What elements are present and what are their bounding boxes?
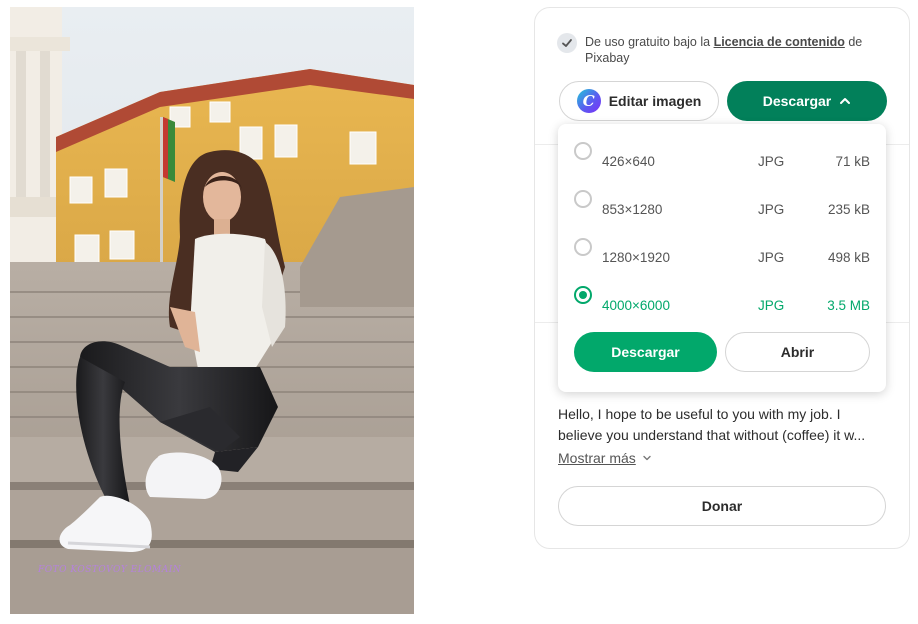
size-option-selected[interactable]: 4000×6000 JPG 3.5 MB [558,276,886,316]
option-resolution: 426×640 [602,154,655,169]
license-prefix: De uso gratuito bajo la [585,35,714,49]
download-size-menu: 426×640 JPG 71 kB 853×1280 JPG 235 kB 12… [558,124,886,392]
option-filesize: 71 kB [835,154,870,169]
donate-label: Donar [701,498,743,514]
show-more-link[interactable]: Mostrar más [558,450,652,466]
radio-button[interactable] [574,238,592,256]
size-option[interactable]: 1280×1920 JPG 498 kB [558,228,886,268]
description-line: Hello, I hope to be useful to you with m… [558,406,841,422]
option-filesize: 498 kB [827,250,870,265]
chevron-up-icon [840,98,851,104]
download-toggle-button[interactable]: Descargar [727,81,887,121]
radio-button[interactable] [574,142,592,160]
edit-image-label: Editar imagen [608,93,702,109]
chevron-down-icon [643,455,651,461]
description-line: believe you understand that without (cof… [558,427,866,443]
option-resolution: 853×1280 [602,202,663,217]
check-icon [557,33,577,53]
photo-watermark: FOTO KOSTOVOY ELOMAIN [38,565,182,575]
photo-preview[interactable]: FOTO KOSTOVOY ELOMAIN [10,7,414,614]
option-format: JPG [758,202,785,217]
description-text: Hello, I hope to be useful to you with m… [558,404,888,446]
download-label: Descargar [611,344,680,360]
radio-button[interactable] [574,190,592,208]
option-resolution: 1280×1920 [602,250,670,265]
option-filesize: 3.5 MB [827,298,870,313]
download-toggle-label: Descargar [762,93,832,109]
size-option[interactable]: 853×1280 JPG 235 kB [558,180,886,220]
radio-button-selected[interactable] [574,286,592,304]
option-format: JPG [758,298,785,313]
size-option[interactable]: 426×640 JPG 71 kB [558,132,886,172]
canva-icon: C [576,89,601,113]
show-more-label: Mostrar más [558,450,636,466]
option-format: JPG [758,154,785,169]
open-button[interactable]: Abrir [725,332,870,372]
license-notice: De uso gratuito bajo la Licencia de cont… [585,34,885,66]
open-label: Abrir [780,344,815,360]
option-format: JPG [758,250,785,265]
photo-image [10,7,414,614]
option-resolution: 4000×6000 [602,298,670,313]
download-button[interactable]: Descargar [574,332,717,372]
license-link[interactable]: Licencia de contenido [714,35,845,49]
donate-button[interactable]: Donar [558,486,886,526]
option-filesize: 235 kB [827,202,870,217]
edit-image-button[interactable]: C Editar imagen [559,81,719,121]
